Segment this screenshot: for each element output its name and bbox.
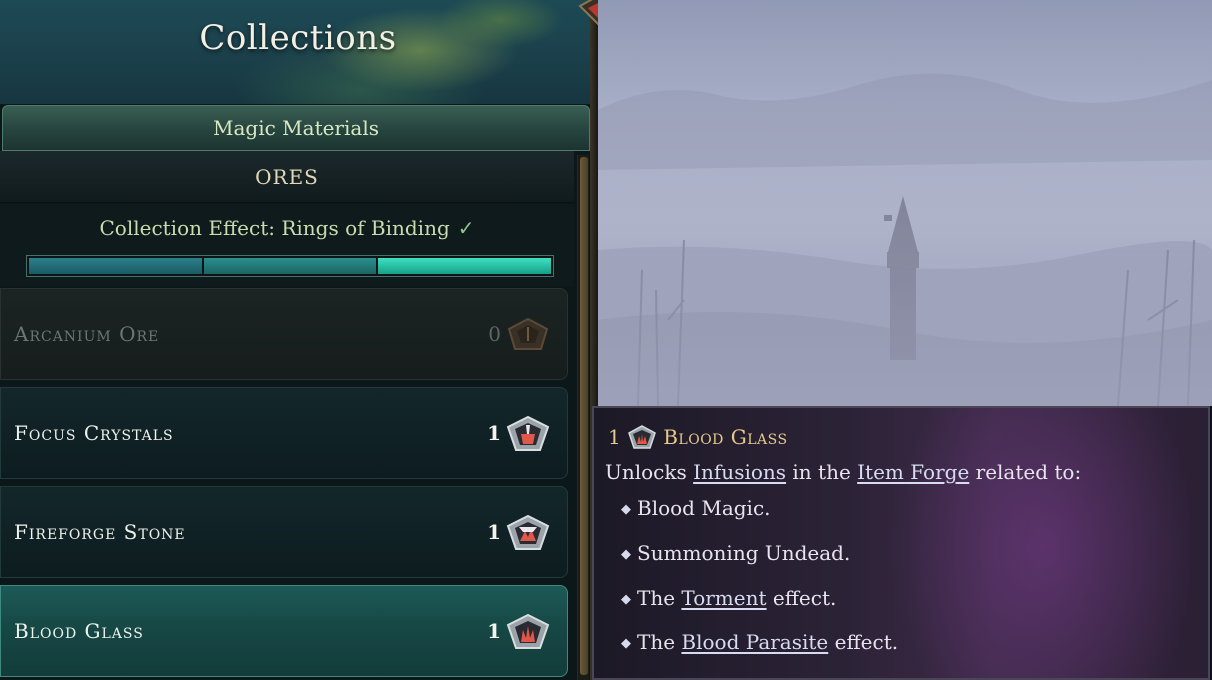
section-header-ores[interactable]: ORES: [0, 151, 574, 203]
arcanium-ore-icon: [507, 317, 549, 350]
focus-crystals-icon: [506, 415, 550, 451]
diamond-bullet-icon: ◆: [621, 592, 631, 607]
tooltip-item-name: Blood Glass: [663, 425, 788, 449]
list-item-arcanium-ore[interactable]: Arcanium Ore 0: [0, 288, 568, 380]
diamond-bullet-icon: ◆: [621, 547, 631, 562]
list-scrollbar[interactable]: [577, 155, 589, 680]
bullet-blood-magic: ◆ Blood Magic.: [621, 496, 771, 520]
item-label: Fireforge Stone: [14, 520, 186, 544]
checkmark-icon: ✓: [457, 216, 475, 240]
item-count: 0: [488, 322, 501, 346]
collections-panel: Collections Magic Materials ORES Collect…: [0, 0, 596, 680]
page-title: Collections: [199, 18, 397, 58]
item-count: 1: [487, 421, 501, 445]
list-item-focus-crystals[interactable]: Focus Crystals 1: [0, 387, 568, 479]
link-torment[interactable]: Torment: [681, 586, 766, 610]
tooltip-title: 1 Blood Glass: [608, 424, 788, 450]
item-label: Arcanium Ore: [14, 322, 160, 346]
bullet-torment: ◆ The Torment effect.: [621, 586, 837, 610]
collection-effect-label: Collection Effect: Rings of Binding: [99, 216, 450, 240]
misty-landscape: [598, 0, 1212, 406]
collection-list: ORES Collection Effect: Rings of Binding…: [0, 151, 578, 680]
link-blood-parasite[interactable]: Blood Parasite: [681, 630, 828, 654]
item-label: Focus Crystals: [14, 421, 174, 445]
tooltip-count: 1: [608, 425, 622, 449]
landscape-illustration: [598, 0, 1212, 406]
item-label: Blood Glass: [14, 619, 144, 643]
tab-magic-materials[interactable]: Magic Materials: [2, 105, 590, 151]
scrollbar-thumb[interactable]: [580, 157, 588, 675]
progress-segment: [378, 258, 552, 274]
collections-header: Collections: [0, 0, 596, 104]
item-tooltip: 1 Blood Glass Unlocks Infusions in the I…: [592, 406, 1210, 680]
diamond-bullet-icon: ◆: [621, 502, 631, 517]
progress-segment: [29, 258, 202, 274]
tooltip-description: Unlocks Infusions in the Item Forge rela…: [605, 460, 1082, 484]
list-item-blood-glass[interactable]: Blood Glass 1: [0, 585, 568, 677]
fireforge-stone-icon: [506, 514, 550, 550]
link-infusions[interactable]: Infusions: [693, 460, 786, 484]
item-count: 1: [487, 520, 501, 544]
link-item-forge[interactable]: Item Forge: [857, 460, 969, 484]
bullet-blood-parasite: ◆ The Blood Parasite effect.: [621, 630, 899, 654]
collection-progress-bar: [26, 255, 554, 277]
bullet-summoning-undead: ◆ Summoning Undead.: [621, 541, 851, 565]
diamond-bullet-icon: ◆: [621, 636, 631, 651]
blood-glass-icon: [628, 425, 657, 449]
item-count: 1: [487, 619, 501, 643]
list-item-fireforge-stone[interactable]: Fireforge Stone 1: [0, 486, 568, 578]
progress-segment: [203, 258, 377, 274]
blood-glass-icon: [506, 613, 550, 649]
